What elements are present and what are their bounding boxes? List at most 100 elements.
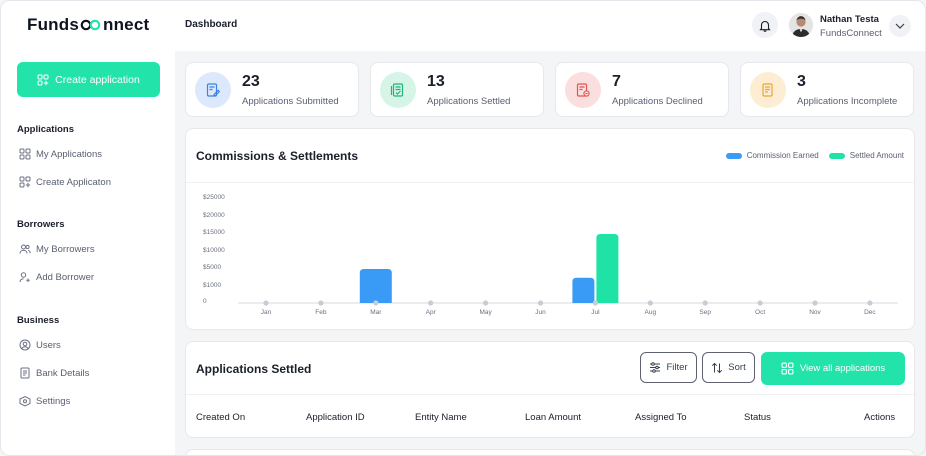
account-menu-toggle[interactable] (889, 15, 911, 37)
nav-my-applications[interactable]: My Applications (19, 148, 102, 160)
x-tick-label: Mar (370, 309, 382, 316)
brand-logo[interactable]: Funds nnect (27, 15, 149, 35)
x-axis-point (263, 300, 269, 306)
sort-button[interactable]: Sort (702, 352, 755, 383)
stat-icon-circle (565, 72, 601, 108)
stat-card-submitted[interactable]: 23 Applications Submitted (185, 62, 359, 117)
divider (186, 394, 914, 395)
stat-label: Applications Incomplete (797, 96, 898, 107)
commissions-chart-card: Commissions & Settlements Commission Ear… (185, 128, 915, 330)
stat-value: 13 (427, 73, 445, 90)
document-check-icon (390, 83, 404, 97)
x-axis-point (537, 300, 544, 306)
x-tick-label: Jun (535, 309, 546, 316)
sidebar: Funds nnect Create application Applicati… (1, 1, 175, 455)
bar-commission[interactable] (572, 277, 595, 303)
settings-box-icon (19, 395, 31, 407)
sort-icon (712, 362, 723, 373)
stat-card-incomplete[interactable]: 3 Applications Incomplete (740, 62, 914, 117)
stat-value: 23 (242, 73, 260, 90)
bar-settled[interactable] (596, 234, 619, 303)
nav-users[interactable]: Users (19, 339, 61, 351)
section-applications: Applications (17, 124, 75, 135)
x-axis-point (757, 300, 763, 306)
stat-icon-circle (380, 72, 416, 108)
x-axis-point (812, 300, 818, 306)
create-application-button[interactable]: Create application (17, 62, 160, 97)
stat-value: 7 (612, 73, 621, 90)
stat-label: Applications Declined (612, 96, 703, 107)
column-header[interactable]: Actions (864, 412, 895, 423)
nav-bank-details[interactable]: Bank Details (19, 367, 89, 379)
column-header[interactable]: Entity Name (415, 412, 467, 423)
x-tick-label: Jul (591, 309, 600, 316)
x-axis-point (867, 300, 873, 306)
avatar[interactable] (789, 13, 813, 37)
applications-settled-card: Applications Settled Filter Sort View al… (185, 341, 915, 438)
x-tick-label: Sep (699, 309, 711, 316)
user-organization: FundsConnect (820, 28, 882, 39)
nav-add-borrower[interactable]: Add Borrower (19, 271, 94, 283)
column-header[interactable]: Loan Amount (525, 412, 581, 423)
connect-logo-icon (80, 19, 102, 31)
nav-settings[interactable]: Settings (19, 395, 70, 407)
section-business: Business (17, 315, 60, 326)
nav-my-borrowers[interactable]: My Borrowers (19, 243, 95, 255)
top-bar: Dashboard Nathan Testa FundsConnect (175, 1, 925, 51)
column-header[interactable]: Created On (196, 412, 245, 423)
user-plus-icon (19, 272, 30, 283)
stat-label: Applications Submitted (242, 96, 339, 107)
stat-icon-circle (195, 72, 231, 108)
stat-icon-circle (750, 72, 786, 108)
stat-card-declined[interactable]: 7 Applications Declined (555, 62, 729, 117)
next-card (185, 449, 915, 455)
x-tick-label: Dec (864, 309, 876, 316)
main-content: 23 Applications Submitted 13 Application… (175, 51, 925, 455)
nav-create-application[interactable]: Create Applicaton (19, 176, 111, 188)
column-header[interactable]: Assigned To (635, 412, 687, 423)
app-window: Funds nnect Create application Applicati… (0, 0, 926, 456)
column-header[interactable]: Status (744, 412, 771, 423)
chevron-down-icon (895, 23, 905, 29)
x-axis-point (702, 300, 708, 306)
grid-icon (19, 148, 31, 160)
grid-icon (781, 362, 794, 375)
stat-label: Applications Settled (427, 96, 511, 107)
document-declined-icon (576, 83, 590, 97)
x-axis-point (318, 300, 324, 306)
x-tick-label: Nov (809, 309, 821, 316)
user-circle-icon (19, 339, 31, 351)
x-tick-label: Feb (315, 309, 327, 316)
users-icon (19, 244, 31, 254)
x-tick-label: May (479, 309, 492, 316)
document-pending-icon (762, 83, 773, 97)
chart-svg (238, 234, 898, 306)
user-name: Nathan Testa (820, 14, 879, 25)
x-axis-point (592, 300, 598, 306)
notifications-button[interactable] (752, 12, 778, 38)
grid-plus-icon (37, 74, 49, 85)
grid-plus-icon (19, 176, 31, 188)
view-all-applications-button[interactable]: View all applications (761, 352, 905, 385)
filter-icon (650, 362, 661, 373)
x-axis-point (373, 300, 379, 306)
x-axis-point (428, 300, 434, 306)
stat-card-settled[interactable]: 13 Applications Settled (370, 62, 544, 117)
x-axis-point (483, 300, 489, 306)
x-tick-label: Oct (755, 309, 766, 316)
filter-button[interactable]: Filter (640, 352, 697, 383)
edit-document-icon (206, 83, 221, 97)
stat-value: 3 (797, 73, 806, 90)
x-tick-label: Apr (425, 309, 436, 316)
page-title: Dashboard (185, 19, 238, 30)
x-axis-point (647, 300, 653, 306)
document-icon (20, 367, 30, 379)
x-tick-label: Aug (644, 309, 657, 316)
bell-icon (759, 20, 771, 32)
table-title: Applications Settled (196, 362, 312, 376)
section-borrowers: Borrowers (17, 219, 65, 230)
user-photo-icon (789, 13, 813, 37)
column-header[interactable]: Application ID (306, 412, 365, 423)
x-tick-label: Jan (260, 309, 272, 316)
bar-commission[interactable] (359, 269, 392, 303)
